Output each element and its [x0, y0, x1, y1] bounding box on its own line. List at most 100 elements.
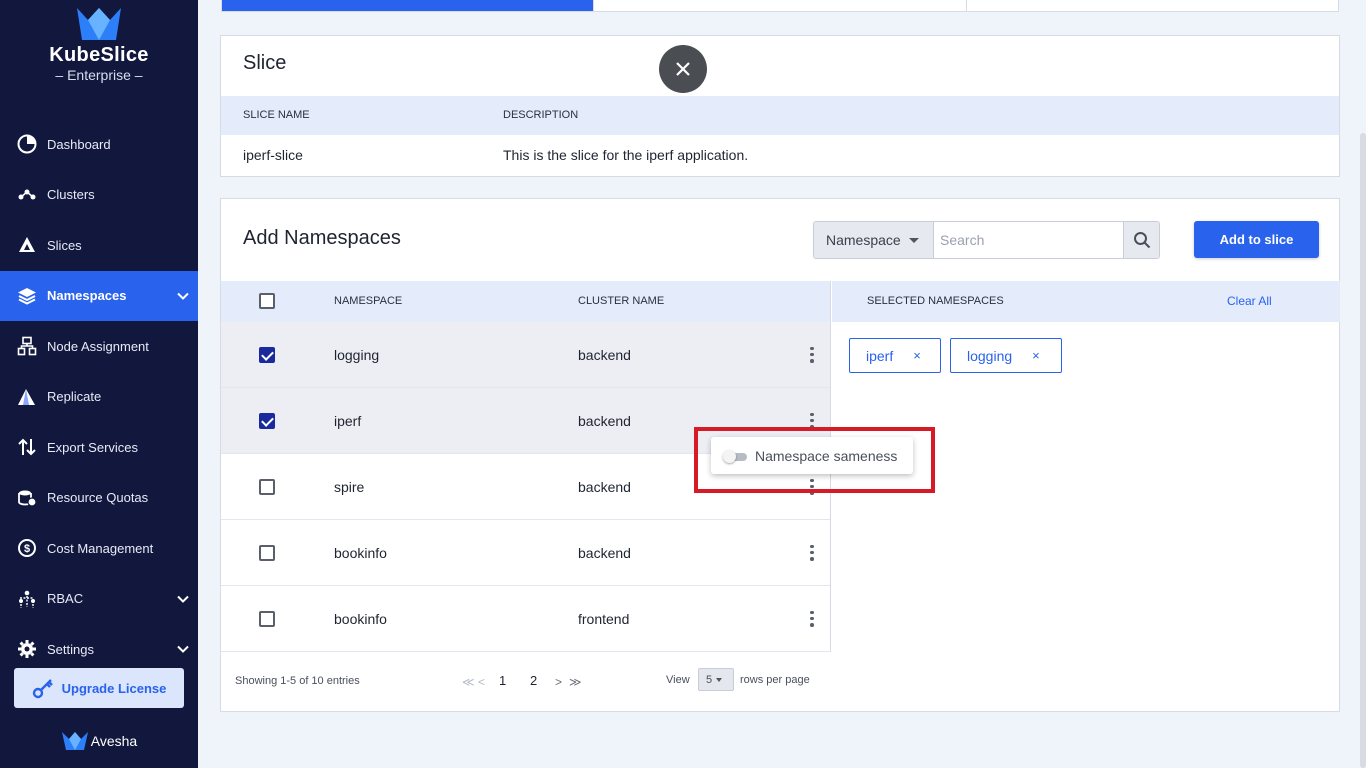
sidebar-item-settings[interactable]: Settings [0, 624, 198, 675]
cluster-cell: backend [578, 346, 631, 363]
table-row[interactable]: bookinfo backend [221, 520, 830, 586]
rbac-icon [16, 588, 38, 610]
sidebar-item-resource-quotas[interactable]: Resource Quotas [0, 473, 198, 524]
filter-type-value: Namespace [826, 232, 901, 248]
row-checkbox[interactable] [259, 413, 275, 429]
settings-gear-icon [16, 638, 38, 660]
more-vertical-icon[interactable] [807, 346, 817, 363]
close-icon [676, 62, 690, 76]
cluster-cell: backend [578, 412, 631, 429]
table-row[interactable]: logging backend [221, 322, 830, 388]
sidebar-item-label: Dashboard [47, 136, 111, 152]
brand-name: KubeSlice [49, 44, 149, 66]
rows-per-page-value: 5 [706, 673, 713, 686]
brand-edition-text: Enterprise [67, 67, 131, 83]
sidebar-item-clusters[interactable]: Clusters [0, 170, 198, 221]
last-page-icon[interactable]: ≫ [569, 675, 582, 689]
step-tab[interactable] [967, 0, 1338, 11]
close-button[interactable] [659, 45, 707, 93]
sidebar-item-cost-management[interactable]: $ Cost Management [0, 523, 198, 574]
sidebar-item-label: Cost Management [47, 540, 154, 556]
wizard-steps [221, 0, 1339, 12]
sidebar-item-node-assignment[interactable]: Node Assignment [0, 321, 198, 372]
upgrade-license-button[interactable]: Upgrade License [14, 668, 184, 708]
chip-label: iperf [866, 347, 894, 364]
caret-down-icon [716, 677, 723, 682]
cluster-cell: frontend [578, 610, 630, 627]
svg-text:$: $ [24, 543, 30, 555]
sidebar-item-label: Settings [47, 641, 94, 657]
selected-namespace-chip: logging × [950, 338, 1062, 373]
brand-edition: – Enterprise – [55, 67, 143, 83]
select-all-checkbox[interactable] [259, 293, 275, 309]
chevron-down-icon[interactable] [176, 642, 190, 656]
sidebar-item-namespaces[interactable]: Namespaces [0, 270, 198, 321]
page-scrollbar[interactable] [1360, 133, 1366, 768]
sidebar-item-label: Clusters [47, 187, 95, 203]
table-row[interactable]: bookinfo frontend [221, 586, 830, 652]
page-2-link[interactable]: 2 [530, 673, 537, 688]
cluster-cell: backend [578, 478, 631, 495]
sidebar-item-label: Namespaces [47, 288, 127, 304]
replicate-icon [16, 386, 38, 408]
sidebar-item-label: RBAC [47, 591, 84, 607]
dashboard-pie-icon [16, 133, 38, 155]
cost-management-icon: $ [16, 537, 38, 559]
sidebar-item-slices[interactable]: Slices [0, 220, 198, 271]
column-header-namespace: NAMESPACE [334, 295, 403, 307]
chip-remove-icon[interactable]: × [1032, 348, 1040, 363]
brand-logo[interactable]: KubeSlice – Enterprise – [0, 6, 198, 83]
namespaces-layers-icon [16, 285, 38, 307]
selected-namespace-chip: iperf × [849, 338, 941, 373]
page-1-link[interactable]: 1 [499, 673, 506, 688]
column-header-slice-name: SLICE NAME [243, 109, 310, 121]
selected-namespaces-header: SELECTED NAMESPACES Clear All [832, 281, 1340, 322]
clear-all-link[interactable]: Clear All [1227, 294, 1272, 308]
pagination-footer: Showing 1-5 of 10 entries ≪ < 1 2 > ≫ Vi… [221, 651, 831, 711]
slice-table-header: SLICE NAME DESCRIPTION [221, 96, 1339, 135]
sidebar-item-rbac[interactable]: RBAC [0, 574, 198, 625]
cluster-cell: backend [578, 544, 631, 561]
row-checkbox[interactable] [259, 479, 275, 495]
avesha-text: Avesha [90, 733, 138, 749]
search-icon [1133, 232, 1150, 249]
sidebar-item-dashboard[interactable]: Dashboard [0, 119, 198, 170]
node-assignment-icon [16, 335, 38, 357]
chevron-down-icon[interactable] [176, 592, 190, 606]
step-tab[interactable] [594, 0, 967, 11]
prev-page-icon[interactable]: < [478, 675, 485, 689]
slice-card-title: Slice [243, 52, 287, 74]
search-button[interactable] [1123, 222, 1159, 258]
chip-remove-icon[interactable]: × [913, 348, 921, 363]
slice-card: Slice SLICE NAME DESCRIPTION iperf-slice… [220, 35, 1340, 177]
annotation-highlight-box [694, 427, 935, 493]
resource-quotas-icon [16, 487, 38, 509]
step-tab-active[interactable] [222, 0, 595, 11]
namespace-filter: Namespace [813, 221, 1160, 259]
entries-summary: Showing 1-5 of 10 entries [235, 675, 360, 687]
sidebar-item-export-services[interactable]: Export Services [0, 422, 198, 473]
export-services-icon [16, 436, 38, 458]
next-page-icon[interactable]: > [555, 675, 562, 689]
row-checkbox[interactable] [259, 611, 275, 627]
clusters-icon [16, 184, 38, 206]
slices-icon [16, 234, 38, 256]
namespace-cell: iperf [334, 412, 362, 429]
search-input[interactable] [934, 222, 1123, 258]
row-checkbox[interactable] [259, 347, 275, 363]
view-label: View [666, 674, 690, 686]
rows-per-page-select[interactable]: 5 [698, 668, 734, 691]
sidebar-item-replicate[interactable]: Replicate [0, 372, 198, 423]
row-checkbox[interactable] [259, 545, 275, 561]
upgrade-license-label: Upgrade License [61, 680, 167, 696]
namespace-cell: logging [334, 346, 380, 363]
more-vertical-icon[interactable] [807, 544, 817, 561]
add-to-slice-button[interactable]: Add to slice [1194, 221, 1319, 258]
namespace-cell: bookinfo [334, 544, 387, 561]
slice-description-value: This is the slice for the iperf applicat… [503, 147, 749, 163]
chevron-down-icon[interactable] [176, 289, 190, 303]
more-vertical-icon[interactable] [807, 610, 817, 627]
first-page-icon[interactable]: ≪ [462, 675, 475, 689]
sidebar: KubeSlice – Enterprise – Dashboard Clust… [0, 0, 198, 768]
filter-type-select[interactable]: Namespace [814, 222, 934, 258]
